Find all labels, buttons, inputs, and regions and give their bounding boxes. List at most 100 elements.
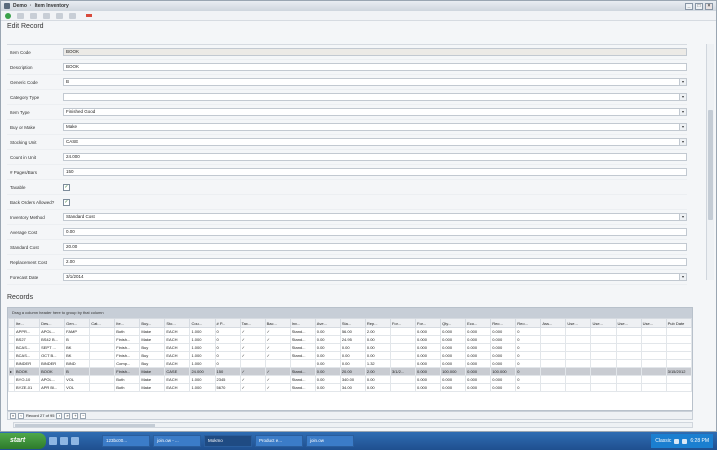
table-cell[interactable]: 0.00: [364, 383, 391, 392]
taskbar-item[interactable]: join.ow: [306, 435, 354, 447]
table-cell[interactable]: [640, 367, 667, 376]
table-cell[interactable]: 0.000: [465, 375, 492, 384]
table-cell[interactable]: Buy: [139, 343, 166, 352]
table-cell[interactable]: 0.00: [339, 351, 366, 360]
table-cell[interactable]: [640, 327, 667, 336]
table-cell[interactable]: 0.000: [414, 359, 442, 368]
table-cell[interactable]: 0: [515, 375, 542, 384]
table-cell[interactable]: ✓: [264, 375, 291, 384]
taskbar-item[interactable]: Product e...: [255, 435, 303, 447]
table-cell[interactable]: 0.00: [339, 359, 366, 368]
table-cell[interactable]: [565, 375, 592, 384]
table-cell[interactable]: [540, 367, 567, 376]
table-cell[interactable]: 0: [214, 359, 241, 368]
column-header[interactable]: Reo...: [490, 318, 517, 328]
table-cell[interactable]: 0.000: [414, 351, 442, 360]
table-cell[interactable]: Stand...: [289, 351, 316, 360]
table-cell[interactable]: [89, 351, 116, 360]
table-cell[interactable]: BINDER: [39, 359, 66, 368]
table-cell[interactable]: APR Bl...: [39, 383, 66, 392]
table-cell[interactable]: 0: [515, 359, 542, 368]
column-header[interactable]: Tax...: [239, 318, 266, 328]
table-row[interactable]: BYZE-01 APR Bl... VOL Both Make EACH 1.000 5670…: [8, 383, 693, 392]
text-field[interactable]: BOOK: [63, 48, 687, 56]
chevron-down-icon[interactable]: ▾: [679, 214, 686, 220]
chevron-down-icon[interactable]: ▾: [679, 94, 686, 100]
table-cell[interactable]: [389, 383, 417, 392]
first-page-button[interactable]: «: [10, 412, 16, 419]
table-row[interactable]: BS27 BS42 B... B Finish... Make EACH 1.000 0 ✓ ✓ S…: [8, 335, 693, 344]
cancel-icon[interactable]: [17, 12, 24, 19]
table-cell[interactable]: Make: [139, 367, 166, 376]
table-cell[interactable]: [540, 335, 567, 344]
table-cell[interactable]: 5670: [214, 383, 241, 392]
table-cell[interactable]: [540, 359, 567, 368]
table-cell[interactable]: [665, 343, 693, 352]
table-cell[interactable]: 56.00: [339, 327, 366, 336]
table-cell[interactable]: B: [64, 367, 91, 376]
table-cell[interactable]: 0.000: [440, 351, 467, 360]
table-cell[interactable]: [89, 359, 116, 368]
table-cell[interactable]: [615, 335, 642, 344]
table-cell[interactable]: 1.000: [189, 375, 216, 384]
taskbar-item[interactable]: join.ow - ...: [153, 435, 201, 447]
table-cell[interactable]: [89, 367, 116, 376]
table-cell[interactable]: 2.00: [364, 327, 391, 336]
table-cell[interactable]: [540, 375, 567, 384]
text-field[interactable]: 150: [63, 168, 687, 176]
column-header[interactable]: Ite...: [114, 318, 141, 328]
table-cell[interactable]: 20.00: [339, 367, 366, 376]
column-header[interactable]: Cou...: [189, 318, 216, 328]
table-cell[interactable]: BINDER: [13, 359, 41, 368]
table-cell[interactable]: Finish...: [114, 335, 141, 344]
column-header[interactable]: Eco...: [465, 318, 492, 328]
maximize-button[interactable]: □: [695, 2, 703, 10]
table-cell[interactable]: 2.00: [364, 367, 391, 376]
chevron-down-icon[interactable]: ▾: [679, 109, 686, 115]
table-cell[interactable]: [540, 351, 567, 360]
table-cell[interactable]: EACH: [164, 343, 191, 352]
table-cell[interactable]: [565, 351, 592, 360]
table-cell[interactable]: [640, 335, 667, 344]
table-cell[interactable]: BYZE-01: [13, 383, 41, 392]
table-cell[interactable]: [615, 351, 642, 360]
table-cell[interactable]: [239, 359, 266, 368]
first-record-icon[interactable]: [56, 12, 63, 19]
table-cell[interactable]: Finish...: [114, 351, 141, 360]
delete-record-button[interactable]: −: [80, 412, 87, 419]
table-cell[interactable]: 0.000: [414, 327, 442, 336]
column-header[interactable]: For...: [389, 318, 417, 328]
table-cell[interactable]: ✓: [264, 351, 291, 360]
table-row[interactable]: APPR... APOL... FAMP Both Make EACH 1.000 0 ✓ ✓ St…: [8, 327, 693, 336]
table-cell[interactable]: Stand...: [289, 335, 316, 344]
table-cell[interactable]: 0.000: [465, 351, 492, 360]
table-cell[interactable]: Stand...: [289, 343, 316, 352]
table-cell[interactable]: BCAS...: [13, 351, 41, 360]
checkbox[interactable]: ✓: [63, 198, 70, 206]
table-cell[interactable]: Both: [114, 375, 141, 384]
table-cell[interactable]: [565, 367, 592, 376]
dropdown-field[interactable]: Make ▾: [63, 123, 687, 131]
table-cell[interactable]: ✓: [264, 327, 291, 336]
column-header[interactable]: Use...: [590, 318, 617, 328]
taskbar-item[interactable]: 123bc00...: [102, 435, 150, 447]
table-cell[interactable]: Both: [114, 383, 141, 392]
table-cell[interactable]: 0.000: [465, 343, 492, 352]
last-page-button[interactable]: »: [64, 412, 71, 419]
table-cell[interactable]: 0.000: [490, 383, 517, 392]
table-cell[interactable]: [640, 375, 667, 384]
taskbar-item[interactable]: Mokmo: [204, 435, 252, 447]
table-cell[interactable]: EACH: [164, 335, 191, 344]
table-cell[interactable]: 0.000: [414, 375, 442, 384]
table-cell[interactable]: APOL...: [39, 327, 66, 336]
table-cell[interactable]: Comp...: [114, 359, 141, 368]
table-cell[interactable]: Stand...: [289, 327, 316, 336]
table-cell[interactable]: Finish...: [114, 343, 141, 352]
table-cell[interactable]: 0.00: [364, 375, 391, 384]
table-cell[interactable]: [665, 327, 693, 336]
table-cell[interactable]: 0.000: [414, 383, 442, 392]
quick-launch-icon[interactable]: [49, 437, 57, 445]
minimize-button[interactable]: _: [685, 2, 693, 10]
table-cell[interactable]: BS42 B...: [39, 335, 66, 344]
table-cell[interactable]: 0.00: [364, 335, 391, 344]
